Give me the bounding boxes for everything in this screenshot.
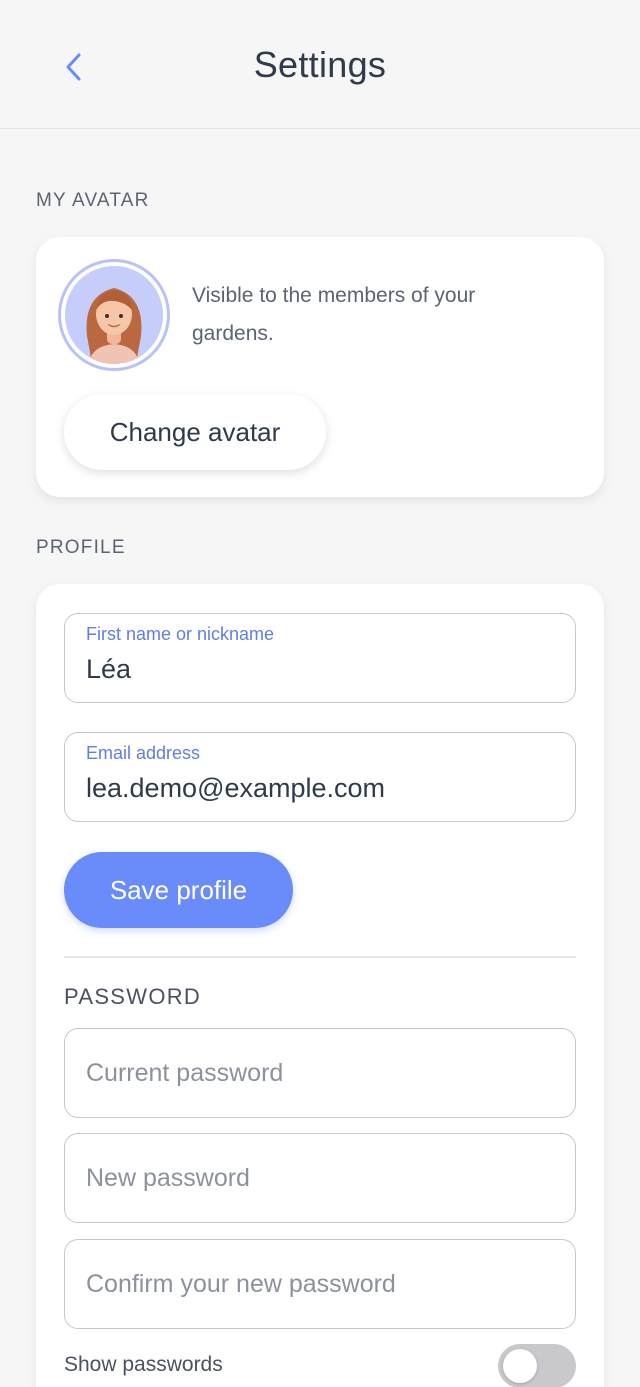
toggle-knob (503, 1349, 537, 1383)
new-password-field[interactable]: New password (64, 1133, 576, 1223)
confirm-password-field[interactable]: Confirm your new password (64, 1239, 576, 1329)
show-passwords-toggle[interactable] (498, 1344, 576, 1387)
current-password-placeholder: Current password (86, 1058, 284, 1087)
section-divider (64, 956, 576, 958)
profile-card: First name or nickname Léa Email address… (36, 584, 604, 1387)
avatar-card: Visible to the members of your gardens. … (36, 237, 604, 497)
avatar-image (65, 266, 163, 364)
email-label: Email address (86, 743, 201, 763)
page-title: Settings (253, 44, 387, 85)
new-password-placeholder: New password (86, 1163, 250, 1192)
confirm-password-placeholder: Confirm your new password (86, 1269, 396, 1298)
avatar-section-label: MY AVATAR (36, 190, 150, 211)
first-name-field[interactable]: First name or nickname Léa (64, 613, 576, 703)
avatar (58, 259, 170, 371)
current-password-field[interactable]: Current password (64, 1028, 576, 1118)
change-avatar-button[interactable]: Change avatar (64, 394, 326, 470)
email-field[interactable]: Email address lea.demo@example.com (64, 732, 576, 822)
first-name-value[interactable]: Léa (86, 654, 131, 685)
show-passwords-label: Show passwords (64, 1353, 223, 1376)
profile-section-label: PROFILE (36, 537, 126, 558)
email-value[interactable]: lea.demo@example.com (86, 773, 385, 804)
first-name-label: First name or nickname (86, 624, 275, 644)
save-profile-button[interactable]: Save profile (64, 852, 293, 928)
top-bar: Settings (0, 0, 640, 129)
password-section-label: PASSWORD (64, 984, 202, 1009)
avatar-description: Visible to the members of your gardens. (192, 284, 476, 345)
